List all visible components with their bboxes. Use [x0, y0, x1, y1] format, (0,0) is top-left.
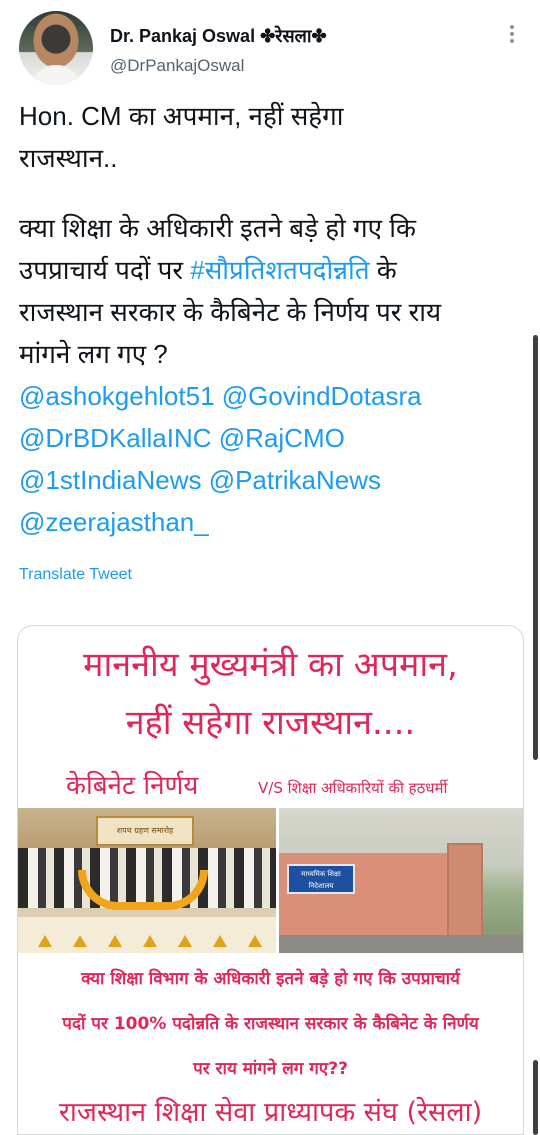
- tweet-line: Hon. CM का अपमान, नहीं सहेगा: [19, 101, 344, 131]
- ceremony-banner: शपथ ग्रहण समारोह: [96, 816, 194, 846]
- tweet-line: राजस्थान सरकार के कैबिनेट के निर्णय पर र…: [19, 297, 442, 327]
- directorate-sign: माध्यमिक शिक्षा निदेशालय: [287, 864, 355, 894]
- scrollbar[interactable]: [533, 335, 538, 760]
- education-directorate-photo: माध्यमिक शिक्षा निदेशालय: [279, 808, 523, 953]
- tweet-line: राजस्थान..: [19, 143, 118, 173]
- mention-links[interactable]: @DrBDKallaINC @RajCMO: [19, 417, 519, 459]
- tweet-line: मांगने लग गए ?: [19, 339, 168, 369]
- author-handle[interactable]: @DrPankajOswal: [110, 56, 244, 76]
- hashtag-link[interactable]: #सौप्रतिशतपदोन्नति: [190, 255, 369, 285]
- poster-footer: राजस्थान शिक्षा सेवा प्राध्यापक संघ (रेस…: [58, 1097, 483, 1128]
- cabinet-ceremony-photo: शपथ ग्रहण समारोह: [18, 808, 276, 953]
- more-vertical-icon[interactable]: [504, 22, 520, 46]
- tweet-text: Hon. CM का अपमान, नहीं सहेगा राजस्थान.. …: [19, 95, 519, 543]
- poster-text-line1: क्या शिक्षा विभाग के अधिकारी इतने बड़े ह…: [81, 969, 460, 989]
- tweet-line-post: के: [369, 255, 397, 285]
- mention-links[interactable]: @1stIndiaNews @PatrikaNews: [19, 459, 519, 501]
- poster-text-line3: पर राय मांगने लग गए??: [193, 1059, 348, 1079]
- mention-links[interactable]: @zeerajasthan_: [19, 501, 519, 543]
- author-name[interactable]: Dr. Pankaj Oswal ✤रेसला✤: [110, 24, 327, 48]
- tweet-header: Dr. Pankaj Oswal ✤रेसला✤ @DrPankajOswal: [0, 0, 540, 95]
- tweet-line-pre: उपप्राचार्य पदों पर: [19, 255, 191, 285]
- scrollbar-lower[interactable]: [533, 1060, 538, 1135]
- tweet-media-image[interactable]: माननीय मुख्यमंत्री का अपमान, नहीं सहेगा …: [17, 625, 524, 1135]
- tweet-line-hashtag: उपप्राचार्य पदों पर #सौप्रतिशतपदोन्नति क…: [19, 249, 519, 291]
- poster-text-line2: पदों पर 100% पदोन्नति के राजस्थान सरकार …: [62, 1014, 479, 1034]
- poster-subtitle-left: केबिनेट निर्णय: [66, 771, 199, 801]
- poster-title-line1: माननीय मुख्यमंत्री का अपमान,: [83, 645, 458, 685]
- poster-subtitle-right: V/S शिक्षा अधिकारियों की हठधर्मी: [258, 779, 448, 797]
- poster-title-line2: नहीं सहेगा राजस्थान....: [125, 703, 416, 743]
- tweet-line: क्या शिक्षा के अधिकारी इतने बड़े हो गए क…: [19, 213, 416, 243]
- translate-tweet-link[interactable]: Translate Tweet: [19, 566, 132, 584]
- avatar[interactable]: [19, 11, 93, 85]
- mention-links[interactable]: @ashokgehlot51 @GovindDotasra: [19, 375, 519, 417]
